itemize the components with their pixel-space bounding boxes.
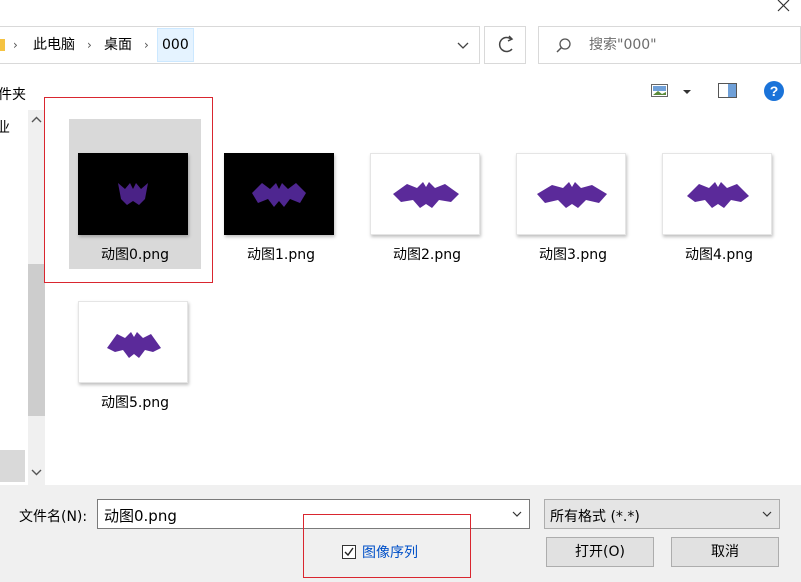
file-thumbnail	[224, 153, 334, 235]
new-folder-button[interactable]: 件夹	[0, 84, 26, 104]
search-input[interactable]	[587, 35, 787, 55]
bat-image	[537, 182, 607, 208]
breadcrumb-desktop[interactable]: 桌面	[104, 27, 132, 63]
file-name: 动图0.png	[100, 247, 169, 263]
file-thumbnail	[370, 153, 480, 235]
bat-image	[252, 183, 306, 207]
file-item[interactable]: 动图0.png	[69, 119, 201, 269]
help-button[interactable]: ?	[763, 80, 785, 102]
file-item[interactable]: 动图1.png	[215, 119, 347, 269]
file-name: 动图4.png	[684, 247, 753, 263]
open-button[interactable]: 打开(O)	[546, 537, 654, 567]
breadcrumb-current-folder[interactable]: 000	[157, 28, 194, 62]
chevron-down-icon	[31, 469, 42, 476]
view-mode-icon	[651, 84, 668, 97]
filename-combobox[interactable]	[97, 499, 530, 529]
filetype-dropdown[interactable]: 所有格式 (*.*)	[544, 499, 780, 529]
bat-image	[118, 183, 148, 205]
address-bar[interactable]: › 此电脑 › 桌面 › 000	[0, 26, 480, 64]
nav-item-selected[interactable]	[0, 450, 25, 482]
chevron-up-icon	[31, 116, 42, 123]
file-thumbnail	[78, 301, 188, 383]
bat-image	[687, 182, 749, 208]
chevron-down-icon	[457, 42, 469, 49]
svg-text:?: ?	[770, 83, 779, 99]
folder-icon	[0, 39, 5, 51]
scroll-thumb[interactable]	[28, 264, 45, 416]
file-name: 动图3.png	[538, 247, 607, 263]
file-item[interactable]: 动图2.png	[361, 119, 493, 269]
file-item[interactable]: 动图5.png	[69, 267, 201, 417]
checkmark-icon	[344, 547, 354, 557]
search-icon	[556, 38, 571, 53]
chevron-down-icon	[683, 90, 691, 94]
close-icon	[777, 0, 790, 12]
image-sequence-checkbox[interactable]	[342, 545, 356, 559]
address-dropdown-button[interactable]	[453, 27, 473, 63]
help-icon: ?	[764, 81, 784, 101]
scroll-down-button[interactable]	[28, 464, 45, 481]
refresh-icon	[498, 35, 514, 53]
close-button[interactable]	[770, 0, 801, 14]
file-thumbnail	[78, 153, 188, 235]
nav-item[interactable]: 业	[0, 117, 10, 137]
bat-image	[107, 332, 161, 358]
chevron-right-icon: ›	[13, 38, 18, 52]
preview-pane-icon	[718, 83, 737, 98]
file-item[interactable]: 动图4.png	[653, 119, 785, 269]
refresh-button[interactable]	[484, 26, 526, 64]
chevron-right-icon: ›	[87, 38, 92, 52]
navigation-pane	[0, 110, 28, 485]
filename-input[interactable]	[102, 505, 502, 525]
file-item[interactable]: 动图3.png	[507, 119, 639, 269]
file-thumbnail	[662, 153, 772, 235]
view-mode-button[interactable]	[651, 83, 695, 101]
cancel-button[interactable]: 取消	[671, 537, 779, 567]
preview-pane-button[interactable]	[718, 83, 738, 99]
image-sequence-label[interactable]: 图像序列	[362, 542, 418, 562]
chevron-right-icon: ›	[144, 38, 149, 52]
file-name: 动图1.png	[246, 247, 315, 263]
file-name: 动图5.png	[100, 395, 169, 411]
bat-image	[393, 182, 459, 208]
file-thumbnail	[516, 153, 626, 235]
filetype-value: 所有格式 (*.*)	[550, 509, 640, 525]
filename-label: 文件名(N):	[19, 509, 88, 525]
search-box[interactable]	[538, 26, 801, 64]
scroll-up-button[interactable]	[28, 112, 45, 129]
chevron-down-icon[interactable]	[511, 508, 523, 520]
breadcrumb-this-pc[interactable]: 此电脑	[33, 27, 75, 63]
chevron-down-icon	[762, 511, 772, 517]
file-name: 动图2.png	[392, 247, 461, 263]
